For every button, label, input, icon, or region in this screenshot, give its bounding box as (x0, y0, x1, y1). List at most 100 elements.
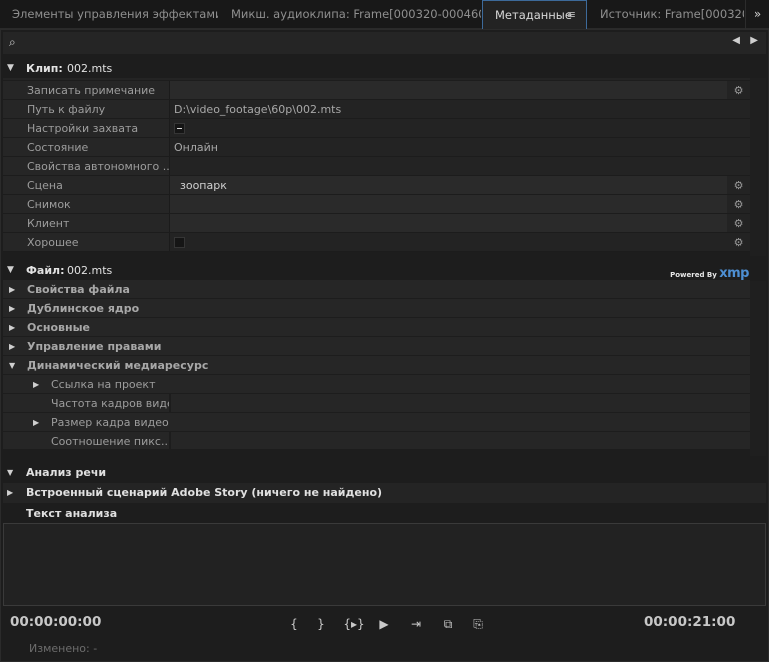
subitem-label: Размер кадра видео (51, 416, 169, 429)
row-value[interactable] (170, 81, 727, 99)
row-value (170, 157, 727, 175)
tab-audio-clip-mixer[interactable]: Микш. аудиоклипа: Frame[000320-000460] (219, 0, 481, 29)
spy-icon[interactable]: ⚙ (727, 176, 750, 194)
row-name: Путь к файлу (3, 100, 170, 118)
adobe-story-header[interactable]: ▶ Встроенный сценарий Adobe Story (ничег… (3, 483, 766, 503)
expand-triangle-icon[interactable]: ▼ (9, 356, 15, 375)
spy-slot (727, 100, 750, 118)
collapsed-triangle-icon[interactable]: ▶ (9, 318, 15, 337)
group-label: Динамический медиаресурс (27, 359, 209, 372)
subitem-label: Соотношение пикс... (51, 435, 169, 448)
tab-label: Элементы управления эффектами (12, 7, 218, 21)
search-icon[interactable]: ⌕ (9, 35, 16, 50)
row-name: Записать примечание (3, 81, 170, 99)
timecode-out: 00:00:21:00 (644, 614, 736, 630)
previous-result-icon[interactable]: ◀ (732, 35, 740, 46)
row-value (170, 119, 727, 137)
analysis-text-header: Текст анализа (3, 504, 766, 524)
xmp-brand: xmp (719, 266, 749, 281)
scene-field[interactable]: зоопарк (170, 176, 727, 194)
spy-slot (727, 119, 750, 137)
timecode-in[interactable]: 00:00:00:00 (10, 614, 101, 630)
panel-menu-icon[interactable]: ≡ (567, 1, 576, 29)
group-file-properties[interactable]: ▶ Свойства файла (3, 280, 750, 299)
subitem-pixel-aspect[interactable]: Соотношение пикс... (3, 432, 750, 450)
row-name: Сцена (3, 176, 170, 194)
file-filename: 002.mts (67, 264, 113, 277)
group-dublin-core[interactable]: ▶ Дублинское ядро (3, 299, 750, 318)
analysis-text-label: Текст анализа (26, 507, 118, 520)
metadata-row-file-path: Путь к файлу D:\video_footage\60p\002.mt… (3, 100, 750, 119)
good-checkbox[interactable] (174, 236, 185, 248)
modified-status: Изменено: - (29, 642, 98, 655)
expand-triangle-icon[interactable]: ▼ (7, 59, 14, 78)
mark-in-icon[interactable]: { (283, 616, 305, 632)
client-field[interactable] (170, 214, 727, 232)
speech-analysis-label: Анализ речи (26, 466, 107, 479)
play-icon[interactable]: ▶ (373, 616, 395, 632)
file-label: Файл: (26, 264, 65, 277)
tab-label: Источник: Frame[000320 (600, 7, 744, 21)
xmp-logo: Powered By xmp (670, 266, 749, 281)
file-scrollbar[interactable] (750, 281, 766, 456)
capture-settings-checkbox[interactable] (174, 122, 185, 134)
search-bar[interactable]: ⌕ ◀ ▶ (3, 32, 766, 54)
spy-icon[interactable]: ⚙ (727, 214, 750, 232)
insert-icon[interactable]: ⇥ (405, 616, 427, 632)
export-frame-icon[interactable]: ⎘ (467, 616, 489, 632)
spy-icon[interactable]: ⚙ (727, 195, 750, 213)
metadata-row-good: Хорошее ⚙ (3, 233, 750, 252)
group-label: Управление правами (27, 340, 162, 353)
tab-effect-controls[interactable]: Элементы управления эффектами (0, 0, 218, 29)
subitem-video-frame-size[interactable]: ▶ Размер кадра видео (3, 413, 750, 432)
clip-section-header[interactable]: ▼ Клип: 002.mts (3, 59, 766, 78)
speech-analysis-header[interactable]: ▼ Анализ речи (3, 463, 766, 483)
collapsed-triangle-icon[interactable]: ▶ (33, 375, 39, 394)
row-name: Снимок (3, 195, 170, 213)
row-name: Хорошее (3, 233, 170, 251)
metadata-row-shot: Снимок ⚙ (3, 195, 750, 214)
collapsed-triangle-icon[interactable]: ▶ (7, 483, 13, 503)
subitem-video-frame-rate[interactable]: Частота кадров видео (3, 394, 750, 413)
tab-overflow-icon[interactable]: » (745, 0, 769, 29)
group-basic[interactable]: ▶ Основные (3, 318, 750, 337)
metadata-row-offline-properties: Свойства автономного ... (3, 157, 750, 176)
mark-out-icon[interactable]: } (310, 616, 332, 632)
row-value: Онлайн (170, 138, 727, 156)
row-value (170, 233, 727, 251)
adobe-story-label: Встроенный сценарий Adobe Story (ничего … (26, 486, 383, 499)
spy-icon[interactable]: ⚙ (727, 81, 750, 99)
row-name: Состояние (3, 138, 170, 156)
spy-icon[interactable]: ⚙ (727, 233, 750, 251)
play-in-to-out-icon[interactable]: {▸} (341, 616, 367, 632)
metadata-row-scene: Сцена зоопарк ⚙ (3, 176, 750, 195)
subitem-project-link[interactable]: ▶ Ссылка на проект (3, 375, 750, 394)
xmp-powered-text: Powered By (670, 271, 717, 279)
tab-label: Микш. аудиоклипа: Frame[000320-000460] (231, 7, 481, 21)
shot-field[interactable] (170, 195, 727, 213)
value-cell-divider (169, 394, 171, 412)
analysis-text-area[interactable] (3, 523, 766, 606)
clip-scrollbar[interactable] (750, 78, 766, 256)
collapsed-triangle-icon[interactable]: ▶ (9, 337, 15, 356)
collapsed-triangle-icon[interactable]: ▶ (9, 299, 15, 318)
group-label: Основные (27, 321, 90, 334)
row-name: Клиент (3, 214, 170, 232)
expand-triangle-icon[interactable]: ▼ (7, 463, 13, 483)
overwrite-icon[interactable]: ⧉ (437, 616, 459, 632)
collapsed-triangle-icon[interactable]: ▶ (9, 280, 15, 299)
spy-slot (727, 157, 750, 175)
next-result-icon[interactable]: ▶ (750, 35, 758, 46)
expand-triangle-icon[interactable]: ▼ (7, 261, 14, 280)
row-name: Свойства автономного ... (3, 157, 170, 175)
group-rights-management[interactable]: ▶ Управление правами (3, 337, 750, 356)
tab-metadata[interactable]: Метаданные ≡ (482, 0, 587, 29)
metadata-row-status: Состояние Онлайн (3, 138, 750, 157)
metadata-row-log-note: Записать примечание ⚙ (3, 81, 750, 100)
spy-slot (727, 138, 750, 156)
group-dynamic-media[interactable]: ▼ Динамический медиаресурс (3, 356, 750, 375)
file-section-header[interactable]: ▼ Файл: 002.mts (3, 261, 766, 280)
tab-source[interactable]: Источник: Frame[000320 (588, 0, 744, 29)
collapsed-triangle-icon[interactable]: ▶ (33, 413, 39, 432)
metadata-panel: ⌕ ◀ ▶ ▼ Клип: 002.mts Записать примечани… (0, 29, 769, 662)
